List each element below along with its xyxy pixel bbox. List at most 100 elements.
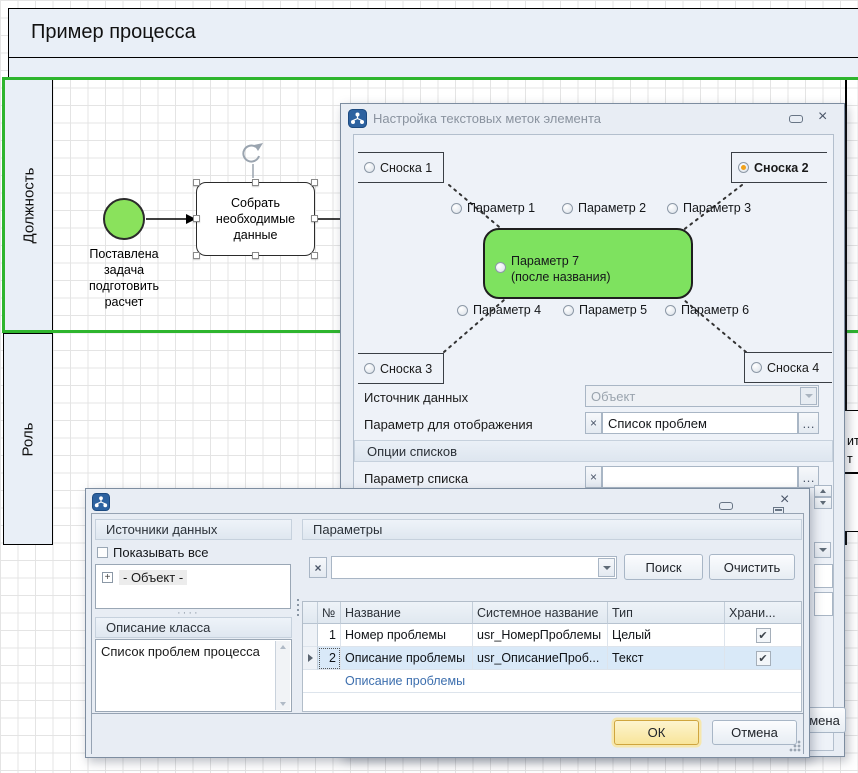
close-icon[interactable]: × — [818, 110, 827, 124]
browse-button[interactable]: … — [798, 412, 819, 434]
param-4-option[interactable]: Параметр 4 — [457, 303, 541, 317]
selection-handle[interactable] — [311, 179, 318, 186]
spinner-control[interactable] — [814, 485, 832, 509]
param-1-option[interactable]: Параметр 1 — [451, 201, 535, 215]
cell-sysname: usr_ОписаниеПроб... — [473, 647, 608, 670]
resize-grip[interactable] — [789, 740, 801, 752]
selection-handle[interactable] — [193, 179, 200, 186]
selection-handle[interactable] — [193, 252, 200, 259]
footnote-1-option[interactable]: Сноска 1 — [358, 152, 444, 183]
param-6-option[interactable]: Параметр 6 — [665, 303, 749, 317]
display-param-label: Параметр для отображения — [364, 417, 533, 432]
tree-item-object[interactable]: - Объект - — [119, 570, 187, 585]
scroll-up-icon[interactable] — [280, 645, 286, 649]
stored-checkbox[interactable]: ✔ — [756, 651, 771, 666]
show-all-checkbox[interactable]: Показывать все — [97, 545, 208, 560]
cell-type: Целый — [608, 624, 725, 647]
list-param-field[interactable] — [602, 466, 798, 488]
start-event[interactable] — [103, 198, 145, 240]
current-row-marker-icon — [308, 654, 313, 662]
selection-handle[interactable] — [311, 215, 318, 222]
search-combo[interactable] — [331, 556, 617, 579]
process-subtitle-band — [8, 57, 858, 78]
clear-search-icon[interactable]: × — [309, 557, 327, 578]
radio-icon[interactable] — [563, 305, 574, 316]
selection-handle[interactable] — [252, 179, 259, 186]
col-num[interactable]: № — [318, 602, 341, 624]
radio-icon[interactable] — [667, 203, 678, 214]
data-sources-header: Источники данных — [95, 519, 292, 540]
col-sysname[interactable]: Системное название — [473, 602, 608, 624]
chevron-down-icon[interactable] — [814, 542, 831, 558]
hidden-field-fragment[interactable] — [814, 564, 833, 588]
param-7-line1: Параметр 7 — [511, 253, 611, 269]
scroll-down-icon[interactable] — [280, 702, 286, 706]
dialog1-titlebar[interactable]: Настройка текстовых меток элемента × — [341, 104, 844, 132]
radio-icon[interactable] — [457, 305, 468, 316]
col-name[interactable]: Название — [341, 602, 473, 624]
cell-name: Описание проблемы — [341, 647, 473, 670]
footnote-4-option[interactable]: Сноска 4 — [744, 352, 832, 383]
radio-icon[interactable] — [665, 305, 676, 316]
radio-icon[interactable] — [495, 262, 506, 273]
clear-icon[interactable]: × — [585, 412, 602, 434]
data-sources-tree[interactable]: + - Объект - — [95, 564, 291, 609]
selection-handle[interactable] — [193, 215, 200, 222]
detail-row[interactable]: Описание проблемы — [303, 670, 801, 693]
dialog2-titlebar[interactable]: × — [86, 489, 809, 515]
hidden-field-fragment[interactable] — [814, 592, 833, 616]
selection-handle[interactable] — [311, 252, 318, 259]
class-description-text: Список проблем процесса — [101, 644, 261, 659]
clear-button[interactable]: Очистить — [709, 554, 795, 580]
stored-checkbox[interactable]: ✔ — [756, 628, 771, 643]
chevron-down-icon[interactable] — [800, 387, 817, 405]
radio-icon[interactable] — [562, 203, 573, 214]
checkbox-icon[interactable] — [97, 547, 108, 558]
col-stored[interactable]: Храни... — [725, 602, 801, 624]
dialog1-title: Настройка текстовых меток элемента — [373, 111, 601, 126]
param-3-option[interactable]: Параметр 3 — [667, 201, 751, 215]
minimize-icon[interactable] — [719, 502, 733, 510]
task-shape[interactable]: Собрать необходимые данные — [196, 182, 315, 256]
list-param-label: Параметр списка — [364, 471, 468, 486]
lane-rol-strip[interactable]: Роль — [3, 333, 53, 545]
radio-icon[interactable] — [364, 162, 375, 173]
tree-expander-icon[interactable]: + — [102, 572, 113, 583]
horizontal-splitter[interactable]: ···· — [177, 610, 200, 616]
footnote-3-option[interactable]: Сноска 3 — [358, 353, 444, 384]
selection-handle[interactable] — [252, 252, 259, 259]
param-7-option[interactable]: Параметр 7 (после названия) — [495, 253, 611, 285]
vertical-splitter[interactable] — [296, 599, 300, 625]
table-row[interactable]: 1 Номер проблемы usr_НомерПроблемы Целый… — [303, 624, 801, 647]
footnote-2-option[interactable]: Сноска 2 — [731, 152, 827, 183]
display-param-field[interactable]: Список проблем — [602, 412, 798, 434]
element-preview-shape[interactable]: Параметр 7 (после названия) — [483, 228, 693, 299]
cell-sysname: usr_НомерПроблемы — [473, 624, 608, 647]
dialog-parameter-picker: × Источники данных Показывать все + - Об… — [85, 488, 810, 758]
param-2-option[interactable]: Параметр 2 — [562, 201, 646, 215]
radio-icon[interactable] — [451, 203, 462, 214]
close-icon[interactable]: × — [780, 493, 789, 507]
search-button[interactable]: Поиск — [624, 554, 703, 580]
clear-icon[interactable]: × — [585, 466, 602, 488]
radio-icon[interactable] — [364, 363, 375, 374]
minimize-icon[interactable] — [789, 115, 803, 123]
process-title-band[interactable]: Пример процесса — [8, 8, 858, 58]
detail-link[interactable]: Описание проблемы — [345, 674, 465, 688]
app-icon — [348, 109, 367, 128]
scrollbar[interactable] — [275, 641, 290, 710]
col-type[interactable]: Тип — [608, 602, 725, 624]
param-5-option[interactable]: Параметр 5 — [563, 303, 647, 317]
ok-button[interactable]: ОК — [614, 720, 699, 745]
radio-icon[interactable] — [751, 362, 762, 373]
start-event-label: Поставлена задача подготовить расчет — [64, 246, 184, 310]
class-description-box[interactable]: Список проблем процесса — [95, 639, 292, 712]
data-source-combo[interactable]: Объект — [585, 385, 819, 407]
cancel-button[interactable]: Отмена — [712, 720, 797, 745]
row-selector-header — [303, 602, 318, 624]
table-row-selected[interactable]: 2 Описание проблемы usr_ОписаниеПроб... … — [303, 647, 801, 670]
parameters-table: № Название Системное название Тип Храни.… — [302, 601, 802, 712]
chevron-down-icon[interactable] — [598, 558, 615, 577]
lane-dolzhnost-strip[interactable]: Должность — [5, 80, 53, 330]
radio-selected-icon[interactable] — [738, 162, 749, 173]
